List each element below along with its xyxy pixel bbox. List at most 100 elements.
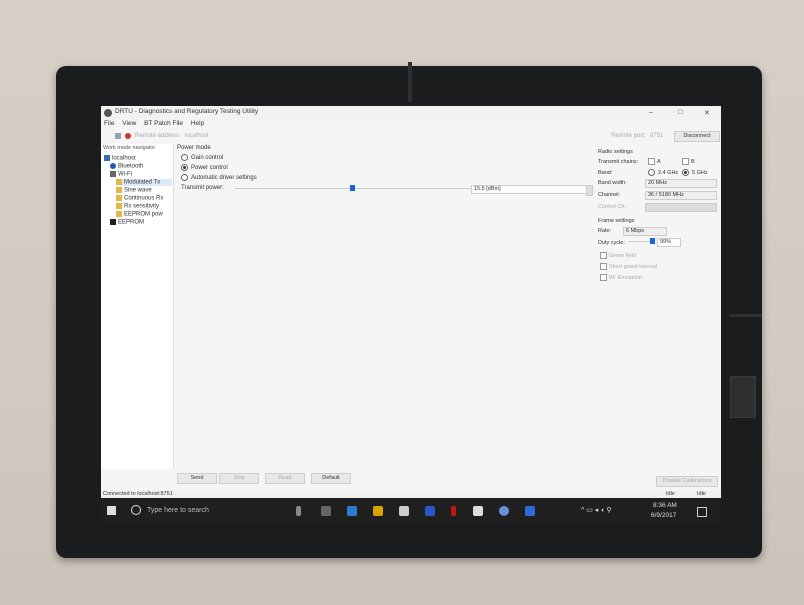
edge-icon[interactable] bbox=[347, 506, 357, 516]
checkbox-icon bbox=[682, 158, 689, 165]
close-button[interactable]: ✕ bbox=[704, 109, 710, 117]
tree-item-wifi[interactable]: Wi-Fi bbox=[110, 171, 132, 178]
tray-icons[interactable]: ^ ▭ ◂ ◖ ⚲ bbox=[581, 506, 612, 514]
radio-selected-icon bbox=[682, 169, 689, 176]
slider-thumb[interactable] bbox=[350, 185, 355, 191]
bluetooth-icon bbox=[110, 163, 116, 169]
tree-item-sine-wave[interactable]: Sine wave bbox=[116, 187, 152, 194]
work-mode-navigator: Work mode navigator localhost Bluetooth … bbox=[101, 144, 174, 507]
checkbox-icon bbox=[600, 252, 607, 259]
read-button[interactable]: Read bbox=[265, 473, 305, 484]
file-explorer-icon[interactable] bbox=[373, 506, 383, 516]
task-view-icon[interactable] bbox=[321, 506, 331, 516]
clock-time[interactable]: 8:36 AM bbox=[653, 502, 677, 509]
navigator-header: Work mode navigator bbox=[103, 145, 156, 151]
power-mode-label: Power mode bbox=[177, 145, 211, 151]
idle-status-2: Idle bbox=[697, 491, 706, 497]
bf-emulation-checkbox[interactable]: BF Emulation bbox=[600, 274, 642, 281]
minimize-button[interactable]: – bbox=[649, 109, 653, 116]
computer-icon bbox=[104, 155, 110, 161]
menu-bar: File View BT Patch File Help bbox=[101, 120, 721, 130]
rate-select[interactable]: 6 Mbps bbox=[623, 227, 667, 236]
radio-settings-header: Radio settings bbox=[598, 149, 633, 155]
app-b-icon[interactable] bbox=[425, 506, 435, 516]
cortana-icon[interactable] bbox=[131, 505, 141, 515]
band-2-4-option[interactable]: 2.4 GHz bbox=[648, 169, 678, 176]
taskbar: Type here to search ^ ▭ ◂ ◖ ⚲ 8:36 AM 6/… bbox=[101, 498, 721, 524]
wifi-icon bbox=[110, 171, 116, 177]
menu-view[interactable]: View bbox=[122, 120, 136, 127]
stop-button[interactable]: Stop bbox=[219, 473, 259, 484]
tree-item-rx-sensitivity[interactable]: Rx sensitivity bbox=[116, 203, 159, 210]
connection-status: Connected to localhost:8751 bbox=[103, 491, 173, 497]
band-width-label: Band width: bbox=[598, 180, 627, 186]
remote-address-input[interactable]: localhost bbox=[185, 133, 209, 139]
screen: DRTU - Diagnostics and Regulatory Testin… bbox=[101, 106, 721, 524]
tablet-side-button bbox=[730, 314, 762, 317]
default-button[interactable]: Default bbox=[311, 473, 351, 484]
folder-icon bbox=[116, 187, 122, 193]
title-bar: DRTU - Diagnostics and Regulatory Testin… bbox=[101, 106, 721, 120]
disable-calibrations-button[interactable]: Disable Calibrations bbox=[656, 476, 718, 487]
slider-thumb[interactable] bbox=[650, 238, 655, 244]
clock-date[interactable]: 6/9/2017 bbox=[651, 512, 676, 519]
checkbox-icon bbox=[600, 263, 607, 270]
windows-start-icon[interactable] bbox=[107, 506, 116, 515]
window-title: DRTU - Diagnostics and Regulatory Testin… bbox=[115, 108, 259, 115]
channel-label: Channel: bbox=[598, 192, 621, 198]
band-label: Band: bbox=[598, 170, 613, 176]
remote-address-label: Remote address: bbox=[135, 133, 181, 139]
connect-icon[interactable] bbox=[115, 133, 121, 139]
power-control-option[interactable]: Power control bbox=[181, 164, 228, 171]
tree-item-localhost[interactable]: localhost bbox=[104, 155, 136, 162]
checkbox-icon bbox=[600, 274, 607, 281]
green-field-checkbox[interactable]: Green field bbox=[600, 252, 636, 259]
duty-cycle-input[interactable]: 99% bbox=[657, 238, 681, 247]
tree-item-eeprom[interactable]: EEPROM bbox=[110, 219, 144, 226]
tree-item-continuous-rx[interactable]: Continuous Rx bbox=[116, 195, 163, 202]
disconnect-icon[interactable] bbox=[125, 133, 131, 139]
microphone-icon[interactable] bbox=[296, 506, 301, 516]
channel-select[interactable]: 36 / 5180 MHz bbox=[645, 191, 717, 200]
menu-help[interactable]: Help bbox=[191, 120, 204, 127]
gain-control-option[interactable]: Gain control bbox=[181, 154, 223, 161]
duty-cycle-slider[interactable] bbox=[628, 241, 650, 242]
transmit-chains-label: Transmit chains: bbox=[598, 159, 639, 165]
maximize-button[interactable]: □ bbox=[678, 109, 682, 116]
send-button[interactable]: Send bbox=[177, 473, 217, 484]
folder-icon bbox=[116, 211, 122, 217]
chain-a-checkbox[interactable]: A bbox=[648, 158, 661, 165]
app-blue-icon[interactable] bbox=[525, 506, 535, 516]
menu-bt-patch-file[interactable]: BT Patch File bbox=[144, 120, 183, 127]
band-5-option[interactable]: 5 GHz bbox=[682, 169, 708, 176]
control-ch-select[interactable] bbox=[645, 203, 717, 212]
menu-file[interactable]: File bbox=[104, 120, 114, 127]
tree-item-modulated-tx[interactable]: Modulated Tx bbox=[116, 179, 172, 186]
mail-icon[interactable] bbox=[473, 506, 483, 516]
main-panel: Power mode Gain control Power control Au… bbox=[175, 144, 595, 469]
rate-label: Rate: bbox=[598, 228, 612, 234]
folder-icon bbox=[116, 179, 122, 185]
duty-cycle-label: Duty cycle: bbox=[598, 240, 625, 246]
store-icon[interactable] bbox=[399, 506, 409, 516]
tree-item-eeprom-pow[interactable]: EEPROM pow bbox=[116, 211, 163, 218]
chain-b-checkbox[interactable]: B bbox=[682, 158, 695, 165]
settings-panel: Radio settings Transmit chains: A B Band… bbox=[598, 132, 720, 472]
idle-status: Idle bbox=[666, 491, 675, 497]
checkbox-icon bbox=[648, 158, 655, 165]
automatic-driver-option[interactable]: Automatic driver settings bbox=[181, 174, 257, 181]
band-width-select[interactable]: 20 MHz bbox=[645, 179, 717, 188]
tree-item-bluetooth[interactable]: Bluetooth bbox=[110, 163, 143, 170]
short-guard-checkbox[interactable]: Short guard interval bbox=[600, 263, 657, 270]
transmit-power-slider[interactable] bbox=[235, 185, 495, 191]
taskbar-search-input[interactable]: Type here to search bbox=[147, 507, 209, 514]
control-ch-label: Control Ch.: bbox=[598, 204, 628, 210]
app-red-icon[interactable] bbox=[451, 506, 456, 516]
drtu-app-icon[interactable] bbox=[499, 506, 509, 516]
radio-icon bbox=[181, 174, 188, 181]
transmit-power-input[interactable]: 15.5 [dBm] bbox=[471, 185, 587, 194]
notification-icon[interactable] bbox=[697, 507, 707, 517]
radio-selected-icon bbox=[181, 164, 188, 171]
status-bar: Connected to localhost:8751 Idle Idle bbox=[101, 490, 721, 498]
spin-icon[interactable] bbox=[586, 185, 593, 196]
